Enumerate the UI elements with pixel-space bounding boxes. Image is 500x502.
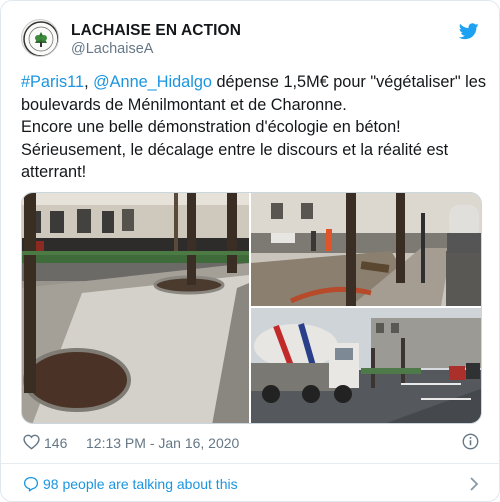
twitter-bird-icon[interactable] (459, 23, 479, 40)
mention-link[interactable]: @Anne_Hidalgo (93, 73, 212, 91)
chevron-right-icon[interactable] (469, 477, 479, 491)
tweet-text-line: #Paris11, @Anne_Hidalgo dépense 1,5M€ po… (21, 71, 486, 94)
speech-bubble-icon (23, 476, 39, 492)
tweet-text-segment: atterrant! (21, 163, 87, 181)
tweet-timestamp[interactable]: 12:13 PM - Jan 16, 2020 (86, 435, 239, 451)
avatar[interactable] (21, 19, 59, 57)
tweet-card: LACHAISE EN ACTION @LachaiseA #Paris11, … (0, 0, 500, 502)
display-name[interactable]: LACHAISE EN ACTION (71, 22, 241, 40)
tweet-text: #Paris11, @Anne_Hidalgo dépense 1,5M€ po… (21, 71, 486, 184)
media-grid[interactable] (21, 192, 482, 424)
tweet-text-line: atterrant! (21, 161, 483, 184)
tweet-footer: 146 12:13 PM - Jan 16, 2020 (23, 433, 479, 453)
like-count[interactable]: 146 (44, 435, 67, 451)
tweet-text-segment: Encore une belle démonstration d'écologi… (21, 118, 401, 136)
info-icon[interactable] (462, 433, 479, 450)
tweet-text-line: Sérieusement, le décalage entre le disco… (21, 139, 483, 162)
photo-boulevard-planters[interactable] (22, 193, 249, 423)
user-handle[interactable]: @LachaiseA (71, 41, 153, 57)
tweet-text-segment: dépense 1,5M€ pour "végétaliser" les (211, 73, 486, 91)
tweet-text-line: Encore une belle démonstration d'écologi… (21, 116, 483, 139)
tweet-text-segment: Sérieusement, le décalage entre le disco… (21, 140, 449, 159)
heart-icon[interactable] (23, 434, 40, 450)
photo-concrete-truck[interactable] (251, 308, 481, 423)
tweet-text-line: boulevards de Ménilmontant et de Charonn… (21, 94, 483, 117)
hashtag-link[interactable]: #Paris11 (21, 73, 84, 91)
divider (1, 463, 499, 464)
tweet-header: LACHAISE EN ACTION @LachaiseA (21, 19, 479, 61)
photo-construction-works[interactable] (251, 193, 481, 306)
tweet-text-segment: , (84, 73, 94, 91)
avatar-logo-icon (23, 21, 58, 56)
tweet-text-segment: boulevards de Ménilmontant et de Charonn… (21, 95, 347, 114)
conversation-count[interactable]: 98 people are talking about this (43, 476, 238, 492)
